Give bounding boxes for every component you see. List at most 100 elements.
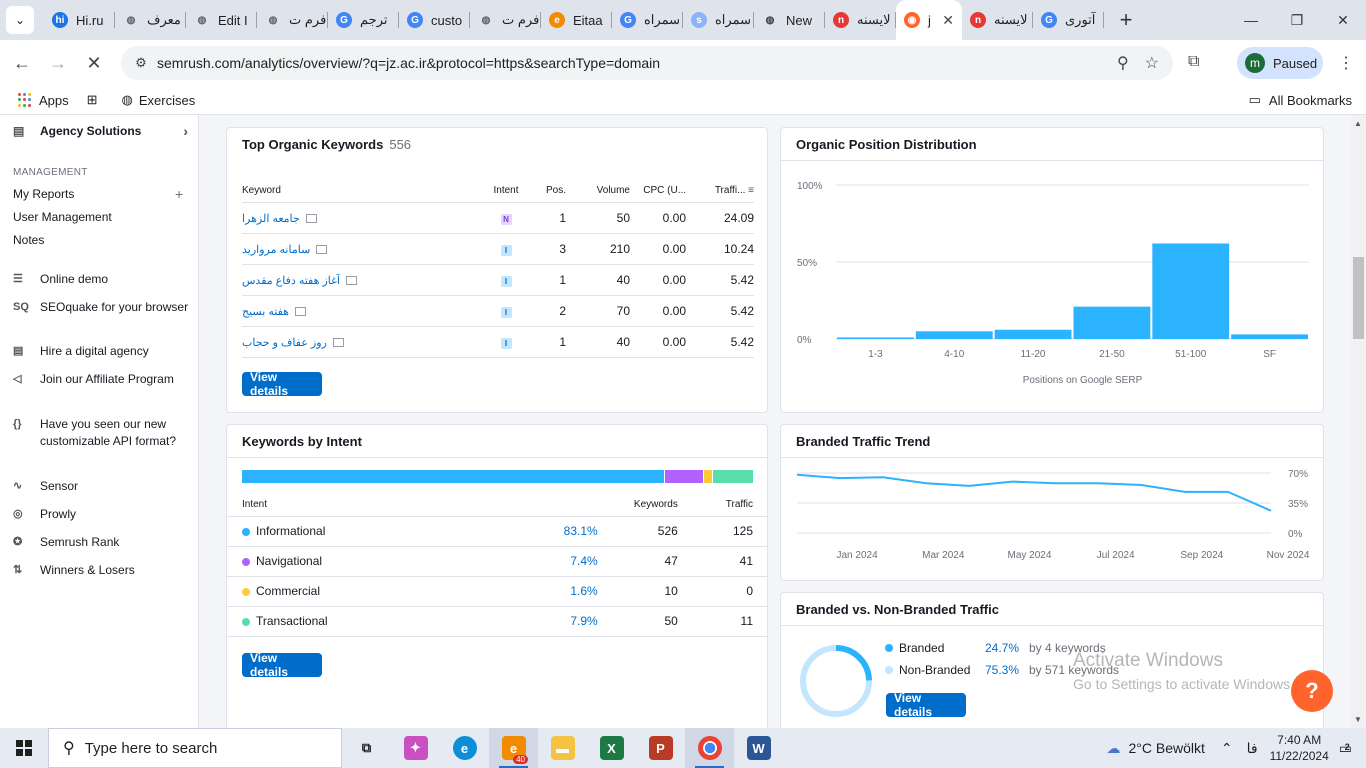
browser-tab[interactable]: hi Hi.ru [44, 0, 115, 40]
browser-tab[interactable]: s سمراه [683, 0, 754, 40]
serp-preview-icon[interactable] [305, 213, 317, 223]
keyword-link[interactable]: روز عفاف و حجاب [242, 337, 327, 349]
tab-groups-button[interactable]: ⊞ [87, 92, 104, 108]
copilot-app[interactable]: ✦ [391, 728, 440, 768]
col-intent[interactable]: Intent [482, 180, 530, 203]
weather-icon[interactable]: ☁ [1106, 740, 1120, 757]
browser-tab[interactable]: n لایسنه [825, 0, 896, 40]
sidebar-item[interactable]: ⇅ Winners & Losers [13, 562, 193, 579]
view-details-button[interactable]: View details [242, 651, 322, 679]
browser-tab[interactable]: G آتوری [1033, 0, 1104, 40]
browser-tab[interactable]: ◉ j ✕ [896, 0, 962, 40]
serp-preview-icon[interactable] [316, 244, 328, 254]
maximize-button[interactable]: ❐ [1274, 0, 1320, 40]
close-window-button[interactable]: ✕ [1320, 0, 1366, 40]
serp-preview-icon[interactable] [345, 275, 357, 285]
new-tab-button[interactable]: + [1114, 7, 1138, 33]
notifications-icon[interactable]: ▭ 2 [1339, 740, 1352, 757]
view-details-button[interactable]: View details [886, 691, 966, 719]
legend-pct[interactable]: 75.3% [985, 663, 1029, 677]
browser-tab[interactable]: ◍ فرم ت [257, 0, 328, 40]
clock[interactable]: 7:40 AM 11/22/2024 [1270, 732, 1329, 764]
browser-tab[interactable]: ◍ معرف [115, 0, 186, 40]
back-button[interactable]: ← [4, 53, 40, 74]
browser-tab[interactable]: G سمراه [612, 0, 683, 40]
stop-loading-button[interactable]: ✕ [76, 53, 112, 74]
browser-tab[interactable]: ◍ Edit I [186, 0, 257, 40]
sidebar-item[interactable]: ◁ Join our Affiliate Program [13, 371, 193, 388]
scroll-thumb[interactable] [1353, 257, 1364, 339]
taskbar-search[interactable]: ⚲ Type here to search [48, 728, 342, 768]
sidebar-item[interactable]: SQ SEOquake for your browser [13, 299, 193, 316]
browser-tab[interactable]: G ترجم [328, 0, 399, 40]
intent-pct-link[interactable]: 83.1% [564, 524, 598, 538]
minimize-button[interactable]: — [1228, 0, 1274, 40]
sidebar-item-agency-solutions[interactable]: ▤ Agency Solutions › [13, 123, 188, 139]
sidebar-item[interactable]: ✪ Semrush Rank [13, 534, 193, 551]
chrome-app[interactable] [685, 728, 734, 768]
intent-pct-link[interactable]: 7.4% [570, 554, 597, 568]
eitaa-app[interactable]: e 40 [489, 728, 538, 768]
sidebar-item[interactable]: ∿ Sensor [13, 478, 193, 495]
keyword-link[interactable]: هفته بسیج [242, 306, 289, 318]
browser-tab[interactable]: e Eitaa [541, 0, 612, 40]
sidebar-item[interactable]: ▤ Hire a digital agency [13, 343, 193, 360]
forward-button[interactable]: → [40, 53, 76, 74]
edge-app[interactable]: e [440, 728, 489, 768]
col-volume[interactable]: Volume [566, 180, 630, 203]
keyword-link[interactable]: آغاز هفته دفاع مقدس [242, 275, 340, 287]
view-details-button[interactable]: View details [242, 370, 322, 398]
file-explorer-app[interactable]: ▬ [538, 728, 587, 768]
browser-tab[interactable]: ◍ فرم ت [470, 0, 541, 40]
task-view-button[interactable]: ⧉ [342, 728, 391, 768]
sidebar-item-user-management[interactable]: User Management [13, 210, 112, 224]
add-report-icon[interactable]: + [175, 186, 183, 202]
sidebar-item-notes[interactable]: Notes [13, 233, 44, 247]
sidebar-item[interactable]: ◎ Prowly [13, 506, 193, 523]
intent-traffic-cell: 41 [677, 546, 767, 577]
col-pos[interactable]: Pos. [530, 180, 566, 203]
bookmark-apps[interactable]: Apps [18, 92, 69, 108]
all-bookmarks[interactable]: ▭ All Bookmarks [1249, 92, 1352, 108]
browser-tab[interactable]: ◍ New [754, 0, 825, 40]
scroll-down-icon[interactable]: ▼ [1354, 715, 1362, 724]
page-scrollbar[interactable]: ▲ ▼ [1351, 115, 1366, 728]
legend-pct[interactable]: 24.7% [985, 641, 1029, 655]
intent-badge: I [500, 275, 512, 287]
url-text[interactable]: semrush.com/analytics/overview/?q=jz.ac.… [157, 55, 660, 71]
keyword-link[interactable]: جامعه الزهرا [242, 213, 300, 225]
powerpoint-app[interactable]: P [636, 728, 685, 768]
col-traffic[interactable]: Traffi... ≡ [686, 180, 754, 203]
sidebar-item-my-reports[interactable]: My Reports [13, 187, 74, 201]
intent-pct-link[interactable]: 7.9% [570, 614, 597, 628]
bookmark-star-icon[interactable]: ☆ [1145, 53, 1159, 73]
scroll-up-icon[interactable]: ▲ [1354, 119, 1362, 128]
tab-search-button[interactable]: ⌄ [6, 6, 34, 34]
serp-preview-icon[interactable] [294, 306, 306, 316]
bookmark-exercises[interactable]: ◍ Exercises [122, 92, 196, 108]
chevron-up-icon[interactable]: ⌃ [1221, 740, 1233, 757]
weather-text[interactable]: 2°C Bewölkt [1128, 740, 1204, 756]
browser-tab[interactable]: n لایسنه [962, 0, 1033, 40]
serp-preview-icon[interactable] [332, 337, 344, 347]
browser-tab[interactable]: Gcusto [399, 0, 470, 40]
profile-button[interactable]: m Paused [1237, 47, 1323, 79]
menu-kebab-icon[interactable]: ⋮ [1338, 53, 1354, 73]
col-keyword[interactable]: Keyword [242, 180, 482, 203]
close-tab-icon[interactable]: ✕ [942, 12, 954, 29]
help-button[interactable]: ? [1291, 670, 1333, 712]
zoom-icon[interactable]: ⚲ [1117, 53, 1129, 73]
site-info-icon[interactable]: ⚙ [125, 55, 157, 71]
address-bar[interactable]: ⚙ semrush.com/analytics/overview/?q=jz.a… [121, 46, 1173, 80]
col-cpc[interactable]: CPC (U... [630, 180, 686, 203]
language-indicator[interactable]: فا [1247, 740, 1258, 757]
extensions-icon[interactable]: ⧉ [1188, 53, 1199, 71]
sidebar-item[interactable]: {} Have you seen our new customizable API… [13, 416, 193, 450]
intent-pct-link[interactable]: 1.6% [570, 584, 597, 598]
keyword-link[interactable]: سامانه مروارید [242, 244, 310, 256]
sidebar-item[interactable]: ☰ Online demo [13, 271, 193, 288]
sort-icon[interactable]: ≡ [748, 185, 754, 196]
start-button[interactable] [0, 728, 48, 768]
word-app[interactable]: W [734, 728, 783, 768]
excel-app[interactable]: X [587, 728, 636, 768]
